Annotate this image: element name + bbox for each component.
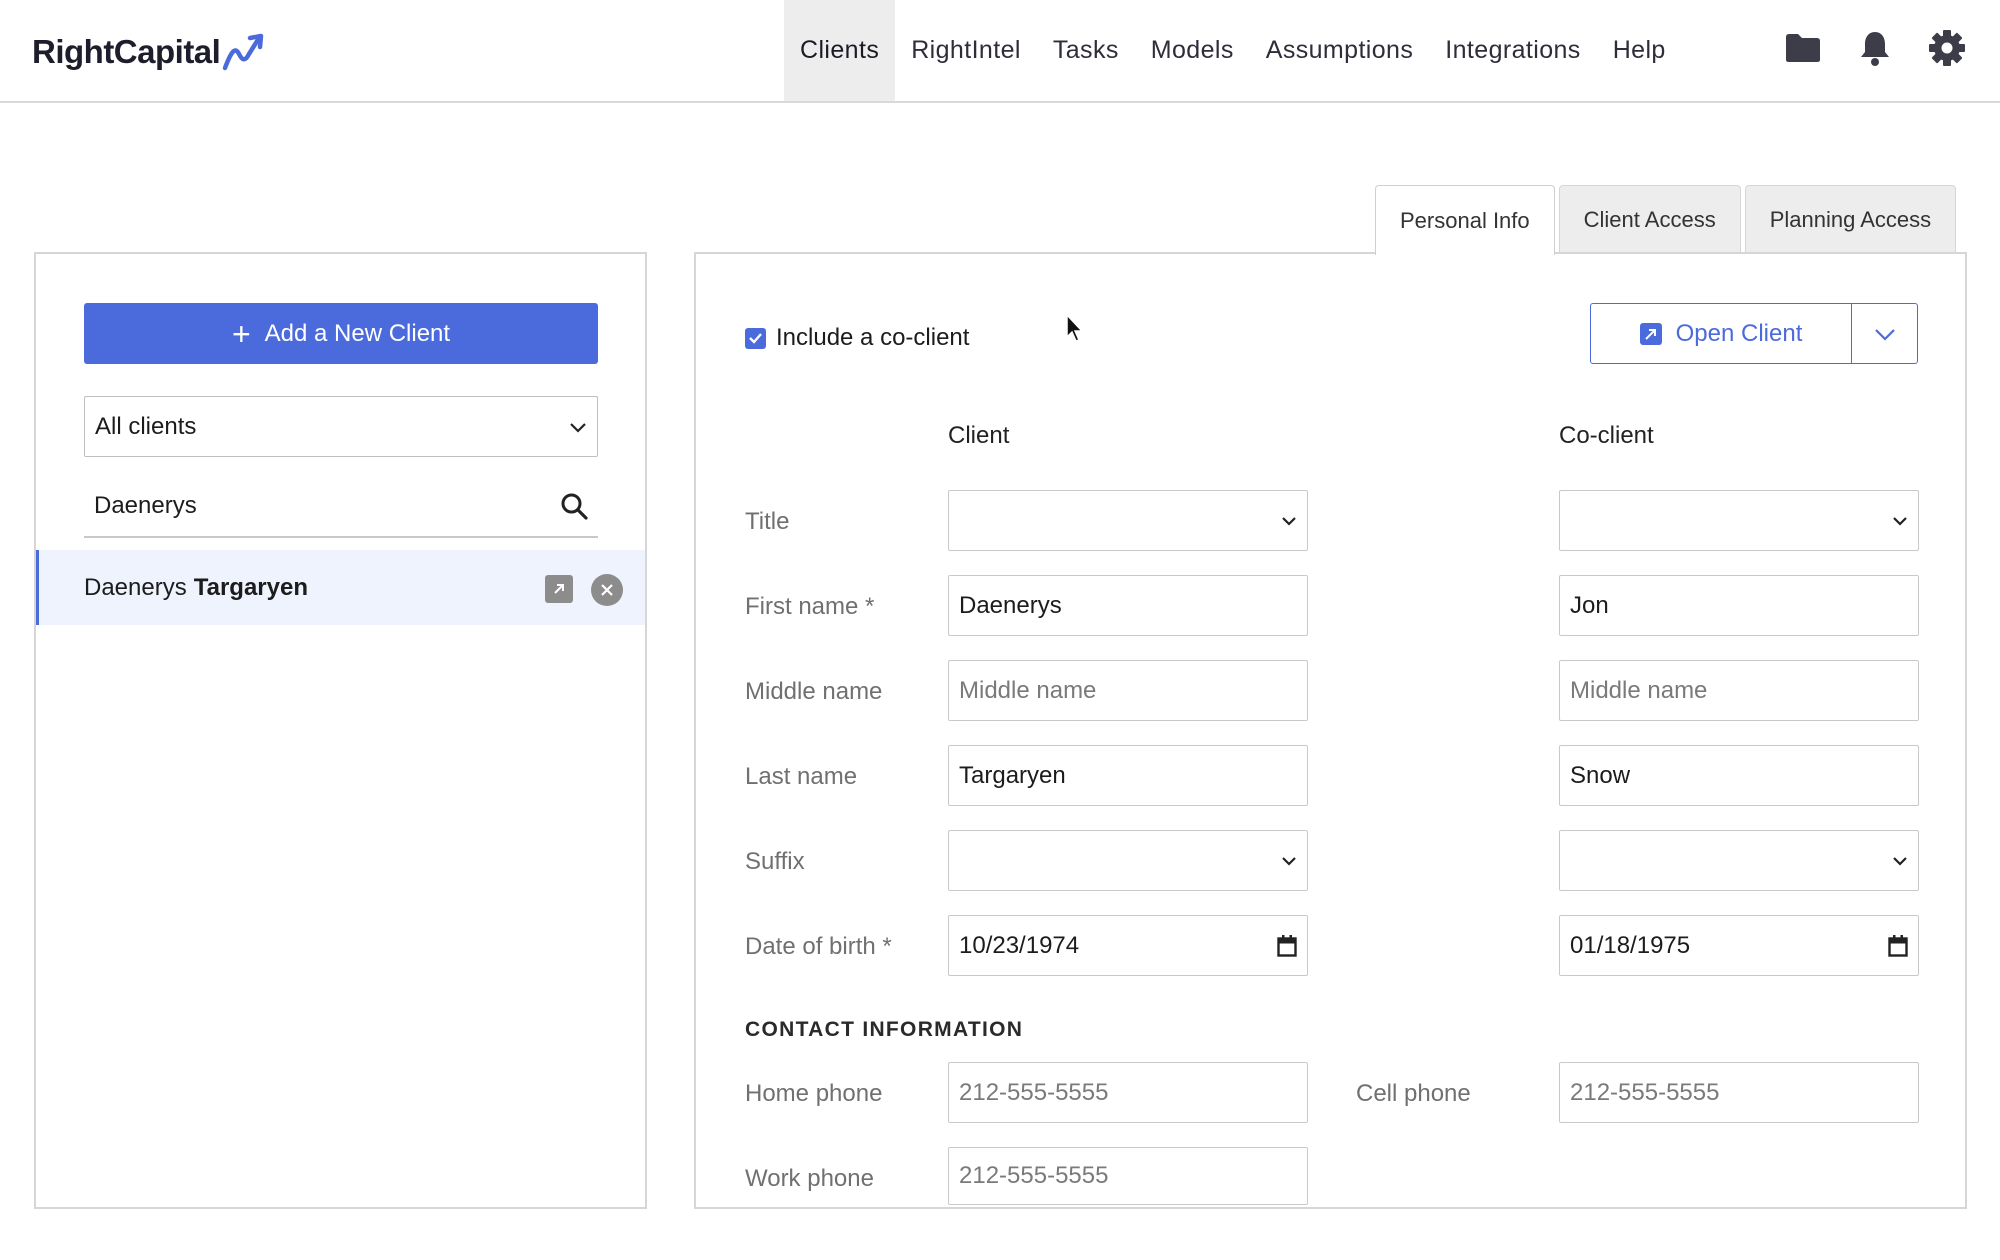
coclient-middle-name-input[interactable]: Middle name [1559, 660, 1919, 721]
cell-phone-label: Cell phone [1356, 1080, 1471, 1107]
detail-tabs: Personal Info Client Access Planning Acc… [1375, 185, 1957, 255]
client-last-name-input[interactable]: Targaryen [948, 745, 1308, 806]
open-external-icon [1639, 322, 1662, 345]
client-last-name-value: Targaryen [959, 761, 1066, 789]
coclient-column-heading: Co-client [1559, 422, 1654, 449]
first-name-label: First name * [745, 593, 875, 620]
nav-rightintel[interactable]: RightIntel [895, 0, 1037, 101]
client-dob-input[interactable]: 10/23/1974 [948, 915, 1308, 976]
client-first-name: Daenerys [84, 573, 187, 601]
personal-info-panel: Include a co-client Open Client Client C… [694, 252, 1967, 1209]
work-phone-input[interactable]: 212-555-5555 [948, 1147, 1308, 1205]
tab-personal-info[interactable]: Personal Info [1375, 185, 1555, 255]
client-search-input[interactable]: Daenerys [84, 476, 598, 538]
coclient-last-name-value: Snow [1570, 761, 1631, 789]
open-external-icon[interactable] [545, 575, 573, 603]
search-value: Daenerys [94, 492, 197, 519]
open-client-split-button: Open Client [1590, 303, 1918, 364]
client-middle-name-input[interactable]: Middle name [948, 660, 1308, 721]
gear-icon[interactable] [1927, 28, 1967, 68]
chevron-down-icon [570, 422, 586, 433]
client-list-panel: + Add a New Client All clients Daenerys … [34, 252, 647, 1209]
rightcapital-logo[interactable]: RightCapital [32, 30, 266, 74]
contact-information-heading: CONTACT INFORMATION [745, 1018, 1024, 1041]
coclient-last-name-input[interactable]: Snow [1559, 745, 1919, 806]
client-filter-select[interactable]: All clients [84, 396, 598, 457]
client-suffix-select[interactable] [948, 830, 1308, 891]
open-client-label: Open Client [1675, 319, 1803, 347]
work-phone-label: Work phone [745, 1165, 874, 1192]
add-new-client-label: Add a New Client [264, 319, 451, 347]
top-navigation-bar: RightCapital Clients RightIntel Tasks Mo… [0, 0, 2000, 103]
client-middle-name-placeholder: Middle name [959, 676, 1097, 704]
suffix-label: Suffix [745, 848, 805, 875]
client-filter-value: All clients [95, 412, 197, 440]
nav-icon-group [1783, 28, 1967, 68]
coclient-title-select[interactable] [1559, 490, 1919, 551]
include-coclient-checkbox[interactable]: Include a co-client [745, 324, 969, 352]
folder-icon[interactable] [1783, 28, 1823, 68]
coclient-suffix-select[interactable] [1559, 830, 1919, 891]
client-first-name-value: Daenerys [959, 591, 1062, 619]
home-phone-placeholder: 212-555-5555 [959, 1078, 1109, 1106]
chevron-down-icon [1893, 856, 1907, 866]
home-phone-input[interactable]: 212-555-5555 [948, 1062, 1308, 1123]
coclient-first-name-value: Jon [1570, 591, 1609, 619]
include-coclient-label: Include a co-client [776, 324, 970, 351]
work-phone-placeholder: 212-555-5555 [959, 1162, 1109, 1189]
date-of-birth-label: Date of birth * [745, 933, 892, 960]
client-title-select[interactable] [948, 490, 1308, 551]
cell-phone-input[interactable]: 212-555-5555 [1559, 1062, 1919, 1123]
nav-integrations[interactable]: Integrations [1429, 0, 1596, 101]
nav-assumptions[interactable]: Assumptions [1250, 0, 1430, 101]
client-column-heading: Client [948, 422, 1010, 449]
coclient-dob-value: 01/18/1975 [1570, 931, 1691, 959]
open-client-dropdown-toggle[interactable] [1852, 304, 1917, 363]
nav-models[interactable]: Models [1135, 0, 1250, 101]
nav-help[interactable]: Help [1597, 0, 1682, 101]
home-phone-label: Home phone [745, 1080, 883, 1107]
add-new-client-button[interactable]: + Add a New Client [84, 303, 598, 364]
remove-client-icon[interactable] [591, 574, 623, 606]
client-dob-value: 10/23/1974 [959, 931, 1080, 959]
client-result-row[interactable]: Daenerys Targaryen [36, 550, 645, 625]
main-nav: Clients RightIntel Tasks Models Assumpti… [784, 0, 1682, 101]
calendar-icon[interactable] [1277, 934, 1297, 957]
middle-name-label: Middle name [745, 678, 883, 705]
coclient-first-name-input[interactable]: Jon [1559, 575, 1919, 636]
chevron-down-icon [1282, 856, 1296, 866]
nav-tasks[interactable]: Tasks [1037, 0, 1135, 101]
chevron-down-icon [1874, 328, 1895, 341]
logo-arrow-icon [223, 33, 264, 71]
chevron-down-icon [1893, 516, 1907, 526]
open-client-button[interactable]: Open Client [1591, 304, 1852, 363]
checkbox-checked-icon[interactable] [745, 327, 766, 349]
bell-icon[interactable] [1855, 28, 1895, 68]
tab-client-access[interactable]: Client Access [1558, 185, 1741, 254]
coclient-dob-input[interactable]: 01/18/1975 [1559, 915, 1919, 976]
client-first-name-input[interactable]: Daenerys [948, 575, 1308, 636]
calendar-icon[interactable] [1888, 934, 1908, 957]
title-label: Title [745, 508, 790, 535]
tab-planning-access[interactable]: Planning Access [1744, 185, 1957, 254]
chevron-down-icon [1282, 516, 1296, 526]
coclient-middle-name-placeholder: Middle name [1570, 676, 1708, 704]
logo-text: RightCapital [32, 33, 221, 70]
cell-phone-placeholder: 212-555-5555 [1570, 1078, 1720, 1106]
last-name-label: Last name [745, 763, 858, 790]
client-last-name: Targaryen [193, 573, 308, 601]
mouse-cursor-icon [1066, 314, 1084, 342]
plus-icon: + [231, 315, 251, 352]
nav-clients[interactable]: Clients [784, 0, 896, 101]
search-icon[interactable] [560, 492, 588, 520]
